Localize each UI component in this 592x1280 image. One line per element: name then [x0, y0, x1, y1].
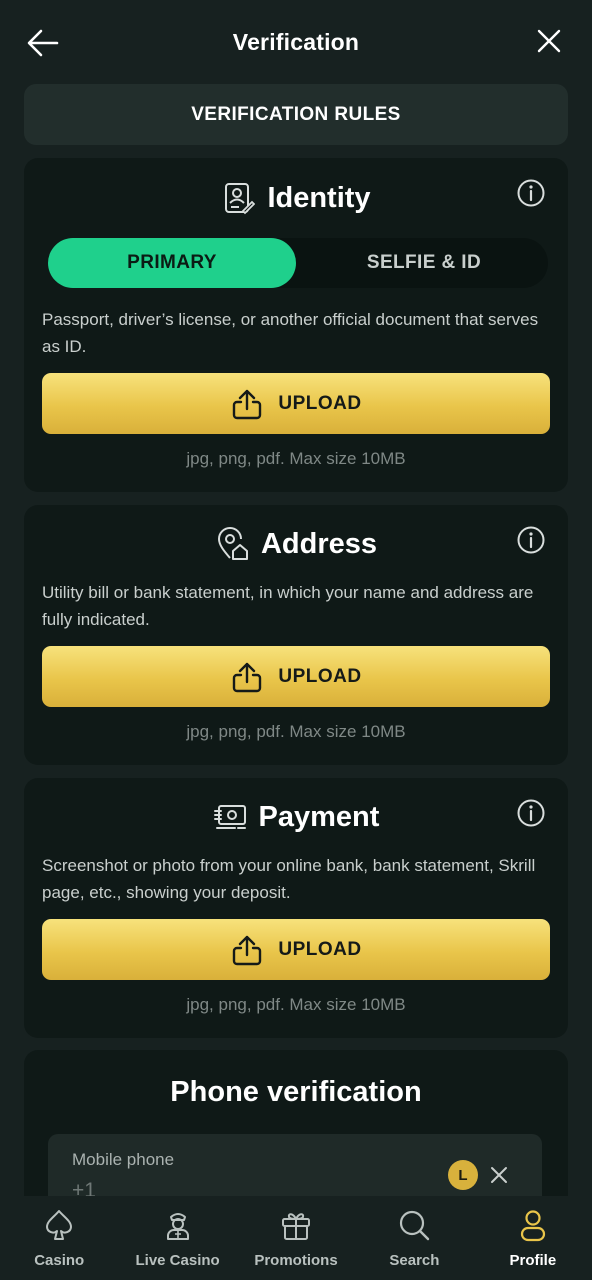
address-card: Address Utility bill or bank statement, … — [24, 505, 568, 765]
address-header: Address — [24, 522, 568, 566]
mobile-phone-label: Mobile phone — [72, 1150, 175, 1169]
nav-label: Search — [389, 1252, 440, 1269]
payment-header: Payment — [24, 795, 568, 839]
payment-card-icon — [213, 805, 246, 829]
search-icon — [400, 1210, 430, 1241]
payment-upload-button[interactable]: UPLOAD — [42, 919, 550, 980]
identity-title: Identity — [267, 181, 371, 214]
identity-description: Passport, driver’s license, or another o… — [42, 310, 539, 356]
back-arrow-icon[interactable] — [26, 26, 60, 60]
nav-label: Live Casino — [135, 1252, 220, 1269]
upload-label: UPLOAD — [278, 665, 362, 687]
upload-icon — [233, 662, 262, 692]
address-upload-button[interactable]: UPLOAD — [42, 646, 550, 707]
clear-icon[interactable] — [490, 1166, 508, 1184]
phone-verification-title: Phone verification — [170, 1076, 422, 1108]
address-description: Utility bill or bank statement, in which… — [42, 583, 534, 629]
gift-icon — [282, 1213, 311, 1240]
bottom-navigation: Casino Live Casino Promotions Search Pro… — [0, 1196, 592, 1280]
info-icon[interactable] — [516, 178, 546, 208]
nav-label: Profile — [509, 1252, 557, 1269]
upload-icon — [233, 935, 262, 965]
nav-promotions[interactable]: Promotions — [237, 1196, 355, 1280]
payment-description: Screenshot or photo from your online ban… — [42, 856, 536, 902]
id-document-icon — [225, 183, 256, 215]
address-file-hint: jpg, png, pdf. Max size 10MB — [186, 722, 406, 741]
close-icon[interactable] — [536, 28, 562, 54]
identity-card: Identity PRIMARY SELFIE & ID Passport, d… — [24, 158, 568, 492]
identity-tab-switch: PRIMARY SELFIE & ID — [48, 238, 548, 288]
upload-icon — [233, 389, 262, 419]
nav-label: Casino — [34, 1252, 85, 1269]
nav-live-casino[interactable]: Live Casino — [118, 1196, 236, 1280]
nav-casino[interactable]: Casino — [0, 1196, 118, 1280]
address-title: Address — [260, 527, 378, 560]
identity-file-hint: jpg, png, pdf. Max size 10MB — [186, 449, 406, 468]
nav-profile[interactable]: Profile — [474, 1196, 592, 1280]
location-home-icon — [217, 527, 248, 560]
upload-label: UPLOAD — [278, 392, 362, 414]
nav-label: Promotions — [254, 1252, 338, 1269]
payment-title: Payment — [258, 800, 380, 833]
identity-header: Identity — [24, 176, 568, 220]
tab-primary[interactable]: PRIMARY — [48, 238, 296, 288]
identity-upload-button[interactable]: UPLOAD — [42, 373, 550, 434]
spade-icon — [46, 1210, 73, 1240]
upload-label: UPLOAD — [278, 938, 362, 960]
clock-badge-icon: L — [448, 1160, 478, 1190]
tab-selfie-id[interactable]: SELFIE & ID — [300, 238, 548, 288]
info-icon[interactable] — [516, 525, 546, 555]
profile-icon — [520, 1210, 545, 1242]
verification-rules-button[interactable]: VERIFICATION RULES — [24, 84, 568, 145]
page-title: Verification — [232, 28, 360, 55]
info-icon[interactable] — [516, 798, 546, 828]
top-bar: Verification — [0, 0, 592, 84]
phone-verification-card: Phone verification Mobile phone +1 L — [24, 1050, 568, 1210]
nav-search[interactable]: Search — [355, 1196, 473, 1280]
dealer-icon — [166, 1213, 189, 1240]
payment-card: Payment Screenshot or photo from your on… — [24, 778, 568, 1038]
payment-file-hint: jpg, png, pdf. Max size 10MB — [186, 995, 406, 1014]
